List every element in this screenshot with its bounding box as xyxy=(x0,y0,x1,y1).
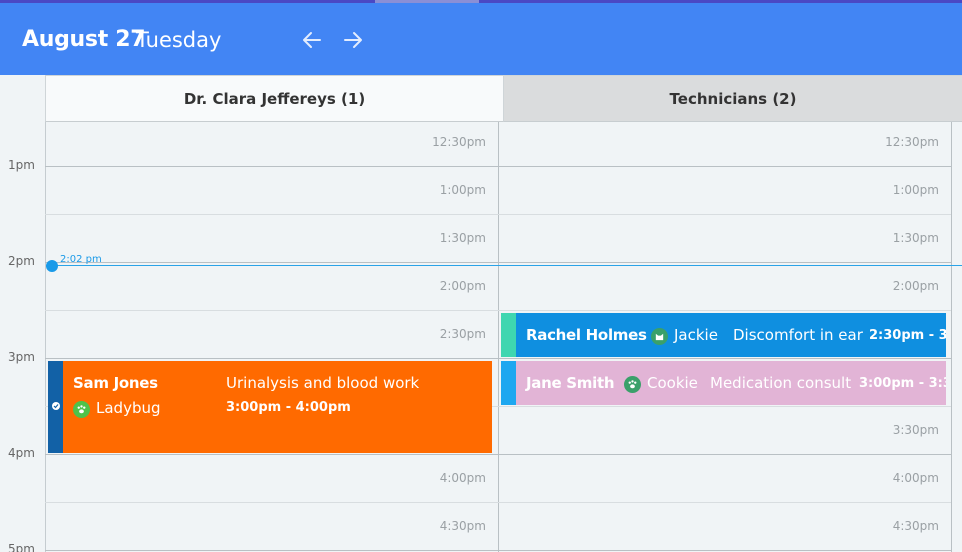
hour-label: 4pm xyxy=(8,446,35,460)
slot-label: 1:30pm xyxy=(439,231,486,245)
appointment-time: 3:00pm - 3:30 xyxy=(859,376,946,391)
current-time-dot xyxy=(46,260,58,272)
appointment-client-name: Rachel Holmes xyxy=(526,326,647,344)
appointment-reason: Medication consult xyxy=(710,374,852,392)
arrow-left-icon xyxy=(303,32,321,48)
hour-line xyxy=(45,262,951,263)
appointment-reason: Urinalysis and blood work xyxy=(226,374,420,392)
column-divider xyxy=(498,122,499,552)
hour-line xyxy=(45,454,951,455)
half-hour-line xyxy=(45,214,951,215)
appointment-jane-smith[interactable]: Jane Smith Cookie Medication consult 3:0… xyxy=(501,361,946,405)
hour-label: 5pm xyxy=(8,542,35,552)
paw-icon xyxy=(624,376,641,393)
appointment-reason: Discomfort in ear xyxy=(733,326,863,344)
appointment-sam-jones[interactable]: Sam Jones Ladybug Urinalysis and blood w… xyxy=(48,361,492,453)
active-tab-indicator xyxy=(375,0,479,3)
hour-label: 1pm xyxy=(8,158,35,172)
slot-label: 1:30pm xyxy=(892,231,939,245)
hour-label: 2pm xyxy=(8,254,35,268)
check-circle-icon xyxy=(52,402,60,410)
calendar-header: August 27 Tuesday xyxy=(0,0,962,75)
time-axis-divider xyxy=(45,122,46,552)
appointment-pet-name: Jackie xyxy=(674,326,718,344)
appointment-pet-name: Ladybug xyxy=(96,399,161,417)
slot-label: 4:00pm xyxy=(439,471,486,485)
slot-label: 12:30pm xyxy=(885,135,939,149)
column-header-technicians[interactable]: Technicians (2) xyxy=(504,75,962,122)
current-weekday: Tuesday xyxy=(136,28,222,52)
slot-label: 4:30pm xyxy=(439,519,486,533)
current-date: August 27 xyxy=(22,27,146,52)
slot-label: 2:00pm xyxy=(439,279,486,293)
slot-label: 2:00pm xyxy=(892,279,939,293)
appointment-client-name: Jane Smith xyxy=(526,374,615,392)
slot-label: 1:00pm xyxy=(892,183,939,197)
arrow-right-icon xyxy=(344,32,362,48)
paw-icon xyxy=(73,401,90,418)
appointment-time: 3:00pm - 4:00pm xyxy=(226,400,351,415)
slot-label: 1:00pm xyxy=(439,183,486,197)
appointment-client-name: Sam Jones xyxy=(73,374,158,392)
hour-line xyxy=(45,358,951,359)
current-time-label: 2:02 pm xyxy=(60,254,102,265)
half-hour-line xyxy=(45,310,951,311)
previous-day-button[interactable] xyxy=(301,29,323,51)
hour-line xyxy=(45,166,951,167)
appointment-status-strip xyxy=(501,313,516,357)
hour-label: 3pm xyxy=(8,350,35,364)
appointment-time: 2:30pm - 3:0 xyxy=(869,328,946,343)
slot-label: 4:00pm xyxy=(892,471,939,485)
hour-line xyxy=(45,550,951,551)
appointment-pet-name: Cookie xyxy=(647,374,698,392)
cat-icon xyxy=(651,328,668,345)
slot-label: 3:30pm xyxy=(892,423,939,437)
column-header-doctor[interactable]: Dr. Clara Jeffereys (1) xyxy=(45,75,504,122)
column-edge xyxy=(951,122,952,552)
half-hour-line xyxy=(45,502,951,503)
slot-label: 4:30pm xyxy=(892,519,939,533)
next-day-button[interactable] xyxy=(342,29,364,51)
current-time-line xyxy=(50,265,962,266)
slot-label: 2:30pm xyxy=(439,327,486,341)
appointment-rachel-holmes[interactable]: Rachel Holmes Jackie Discomfort in ear 2… xyxy=(501,313,946,357)
appointment-status-strip xyxy=(501,361,516,405)
slot-label: 12:30pm xyxy=(432,135,486,149)
